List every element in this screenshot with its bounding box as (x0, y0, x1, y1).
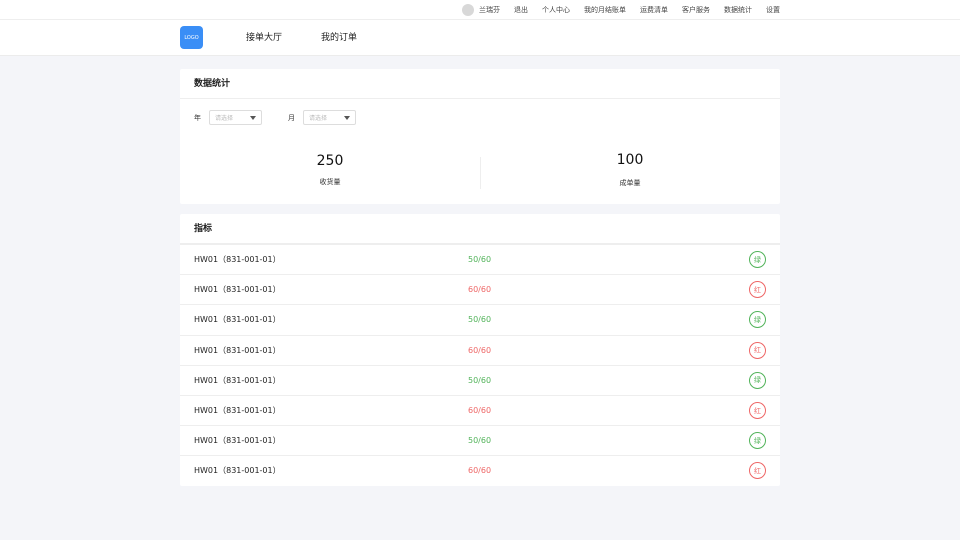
table-row: HW01（831-001-01） 50/60 绿 (180, 304, 780, 334)
metric-value: 50/60 (468, 315, 492, 325)
metric-name: HW01（831-001-01） (194, 406, 281, 416)
username[interactable]: 兰瑞芬 (479, 5, 500, 15)
metric-value: 60/60 (468, 345, 492, 355)
status-badge: 红 (749, 281, 766, 299)
orders-stat: 100 成单量 (480, 152, 780, 188)
caret-down-icon (344, 115, 350, 120)
status-badge: 红 (749, 402, 766, 420)
status-badge: 绿 (749, 311, 766, 329)
metric-value: 60/60 (468, 285, 492, 295)
table-row: HW01（831-001-01） 50/60 绿 (180, 244, 780, 274)
nav-order-hall[interactable]: 接单大厅 (246, 20, 282, 56)
avatar[interactable] (462, 4, 474, 16)
metric-name: HW01（831-001-01） (194, 255, 281, 265)
table-row: HW01（831-001-01） 60/60 红 (180, 455, 780, 485)
monthly-bill-link[interactable]: 我的月结账单 (584, 5, 626, 15)
data-statistics-link[interactable]: 数据统计 (724, 5, 752, 15)
logo[interactable]: LOGO (180, 26, 203, 49)
customer-service-link[interactable]: 客户服务 (682, 5, 710, 15)
caret-down-icon (250, 115, 256, 120)
top-utility-bar: 兰瑞芬 退出 个人中心 我的月结账单 运费清单 客户服务 数据统计 设置 (0, 0, 960, 20)
metric-name: HW01（831-001-01） (194, 466, 281, 476)
logout-link[interactable]: 退出 (514, 5, 528, 15)
user-menu: 兰瑞芬 退出 个人中心 我的月结账单 运费清单 客户服务 数据统计 设置 (462, 0, 780, 20)
month-select-placeholder: 请选择 (309, 115, 328, 122)
orders-value: 100 (616, 152, 644, 168)
profile-link[interactable]: 个人中心 (542, 5, 570, 15)
freight-list-link[interactable]: 运费清单 (640, 5, 668, 15)
received-stat: 250 收货量 (180, 153, 480, 187)
orders-label: 成单量 (619, 179, 641, 187)
stats-card: 数据统计 年 请选择 月 请选择 250 收货量 100 成单量 (180, 69, 780, 204)
main-navbar: LOGO 接单大厅 我的订单 (0, 20, 960, 56)
metric-name: HW01（831-001-01） (194, 375, 281, 385)
month-select[interactable]: 请选择 (303, 110, 356, 125)
year-select[interactable]: 请选择 (209, 110, 262, 125)
table-row: HW01（831-001-01） 50/60 绿 (180, 364, 780, 395)
status-badge: 绿 (749, 432, 766, 450)
year-label: 年 (194, 113, 201, 122)
table-row: HW01（831-001-01） 60/60 红 (180, 394, 780, 425)
metrics-card: 指标 HW01（831-001-01） 50/60 绿 HW01（831-001-01… (180, 214, 780, 486)
metric-name: HW01（831-001-01） (194, 315, 281, 325)
metric-value: 50/60 (468, 436, 492, 446)
metric-list: HW01（831-001-01） 50/60 绿 HW01（831-001-01） 60… (180, 244, 780, 486)
metric-value: 50/60 (468, 255, 492, 265)
status-badge: 红 (749, 462, 766, 480)
metrics-card-title: 指标 (180, 214, 780, 244)
status-badge: 绿 (749, 371, 766, 389)
table-row: HW01（831-001-01） 50/60 绿 (180, 425, 780, 455)
nav-my-orders[interactable]: 我的订单 (321, 20, 357, 56)
month-label: 月 (288, 113, 295, 122)
metric-value: 60/60 (468, 406, 492, 416)
filters: 年 请选择 月 请选择 (194, 110, 382, 125)
status-badge: 红 (749, 341, 766, 359)
status-badge: 绿 (749, 251, 766, 269)
metric-name: HW01（831-001-01） (194, 345, 281, 355)
received-label: 收货量 (319, 178, 341, 186)
table-row: HW01（831-001-01） 60/60 红 (180, 274, 780, 304)
table-row: HW01（831-001-01） 60/60 红 (180, 334, 780, 365)
stats-card-title: 数据统计 (180, 69, 780, 99)
settings-link[interactable]: 设置 (766, 5, 780, 15)
metric-value: 60/60 (468, 466, 492, 476)
received-value: 250 (316, 153, 344, 169)
metric-name: HW01（831-001-01） (194, 285, 281, 295)
metric-value: 50/60 (468, 375, 492, 385)
year-select-placeholder: 请选择 (215, 115, 234, 122)
metric-name: HW01（831-001-01） (194, 436, 281, 446)
